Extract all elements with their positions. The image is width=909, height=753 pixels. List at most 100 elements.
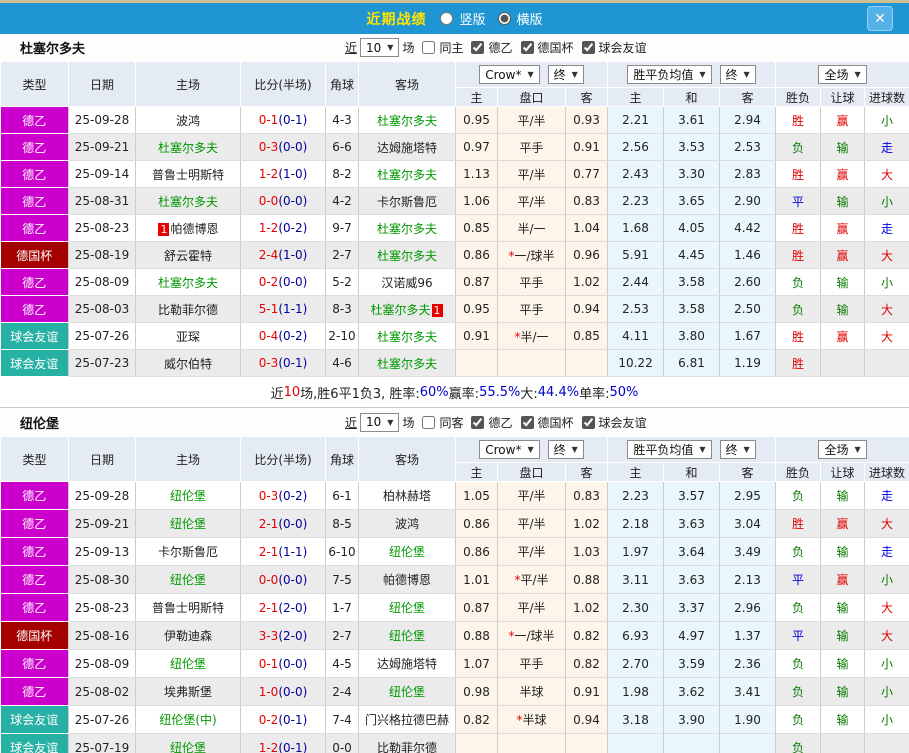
same-home-checkbox[interactable] — [422, 41, 436, 54]
summary-segment: 大: — [520, 386, 538, 402]
result-handicap-cell — [820, 733, 866, 753]
away-team-cell: 纽伦堡 — [358, 537, 456, 566]
away-odds-cell — [565, 349, 609, 377]
result-wdl-cell: 负 — [775, 733, 822, 753]
horizontal-layout-radio[interactable] — [497, 12, 511, 25]
fullmatch-select[interactable]: 全场 ▼ — [818, 65, 867, 84]
home-odds-cell: 0.88 — [455, 621, 498, 650]
halftime-score: (0-0) — [278, 656, 308, 671]
league-type-cell: 德乙 — [0, 268, 69, 296]
match-count-select[interactable]: 10 ▼ — [360, 412, 400, 432]
league-de2-label: 德乙 — [488, 415, 513, 430]
away-odds-cell: 0.91 — [565, 677, 609, 706]
result-wdl-cell: 负 — [775, 481, 822, 510]
league-cup-checkbox[interactable] — [520, 415, 534, 429]
team-label: 波鸿 — [175, 113, 200, 128]
corner-cell: 4-6 — [325, 349, 359, 377]
corner-cell: 7-4 — [325, 705, 359, 734]
corner-cell: 6-1 — [325, 481, 359, 510]
mean-final-select[interactable]: 终 ▼ — [719, 65, 756, 84]
col-header-corner: 角球 — [325, 436, 359, 482]
vertical-layout-radio[interactable] — [440, 12, 454, 25]
changed-odds-star: * — [514, 573, 521, 587]
mean-away-cell: 4.42 — [719, 214, 777, 242]
away-odds-cell: 0.85 — [565, 322, 609, 350]
match-row: 德乙 25-08-09 杜塞尔多夫 0-2(0-0) 5-2 汉诺威96 0.87 平手 1.0… — [0, 268, 909, 296]
team-label: 门兴格拉德巴赫 — [364, 713, 449, 727]
match-row: 德乙 25-08-03 比勒菲尔德 5-1(1-1) 8-3 杜塞尔多夫 1 0.95 平手 0.… — [0, 295, 909, 323]
home-odds-cell: 0.91 — [455, 322, 498, 350]
bookmaker-select[interactable]: Crow* ▼ — [479, 65, 540, 84]
score-cell: 0-2(0-1) — [240, 705, 326, 734]
mean-final-select[interactable]: 终 ▼ — [719, 440, 756, 459]
fulltime-score: 0-1 — [258, 656, 279, 671]
fulltime-score: 2-1 — [258, 516, 279, 531]
team-name: 纽伦堡 — [20, 416, 60, 432]
col-header-mean-draw: 和 — [663, 87, 721, 107]
home-odds-cell: 0.95 — [455, 106, 498, 134]
league-type-cell: 球会友谊 — [0, 705, 69, 734]
mean-home-cell: 3.11 — [607, 565, 665, 594]
halftime-score: (1-1) — [278, 544, 308, 559]
result-wdl-cell: 胜 — [775, 322, 822, 350]
home-team-cell: 亚琛 — [135, 322, 241, 350]
score-cell: 0-0(0-0) — [240, 187, 326, 215]
team-label: 杜塞尔多夫 — [376, 329, 437, 344]
mean-draw-cell — [663, 733, 721, 753]
result-wdl-cell: 胜 — [775, 106, 822, 134]
match-count-select[interactable]: 10 ▼ — [360, 38, 400, 57]
team-label: 达姆施塔特 — [376, 657, 437, 671]
mean-select[interactable]: 胜平负均值 ▼ — [627, 440, 712, 459]
col-header-odds-away: 客 — [564, 462, 609, 482]
score-cell: 1-2(1-0) — [240, 160, 326, 188]
league-cup-checkbox[interactable] — [520, 41, 534, 54]
result-handicap-cell: 输 — [820, 537, 866, 566]
result-handicap-cell: 输 — [820, 677, 866, 706]
col-header-odds-handicap: 盘口 — [497, 87, 566, 107]
mean-select[interactable]: 胜平负均值 ▼ — [627, 65, 712, 84]
near-link[interactable]: 近 — [345, 414, 357, 431]
matches-table-nurnberg: 类型 日期 主场 比分(半场) 角球 客场 Crow* ▼ 终 ▼ 胜平负均值 ▼ 终… — [0, 436, 909, 753]
date-cell: 25-07-26 — [68, 705, 136, 734]
result-handicap-cell: 输 — [820, 593, 866, 622]
corner-cell: 8-3 — [325, 295, 359, 323]
team-label: 亚琛 — [175, 329, 200, 344]
home-team-cell: 舒云霍特 — [135, 241, 241, 269]
fullmatch-select[interactable]: 全场 ▼ — [818, 440, 867, 459]
away-odds-cell: 1.04 — [565, 214, 609, 242]
league-de2-checkbox[interactable] — [471, 41, 485, 54]
result-wdl-cell: 负 — [775, 705, 822, 734]
home-team-cell: 纽伦堡 — [135, 481, 241, 510]
result-handicap-cell: 输 — [820, 268, 866, 296]
league-friendly-checkbox[interactable] — [581, 415, 595, 429]
home-team-cell: 埃弗斯堡 — [135, 677, 241, 706]
bookmaker-select[interactable]: Crow* ▼ — [479, 440, 540, 459]
handicap-cell: 平手 — [497, 133, 566, 161]
league-friendly-checkbox[interactable] — [581, 41, 595, 54]
home-odds-cell: 1.06 — [455, 187, 498, 215]
away-odds-cell: 0.88 — [565, 565, 609, 594]
league-type-cell: 德乙 — [0, 537, 69, 566]
filters: 近 10 ▼ 场 同主 德乙 德国杯 球会友谊 — [345, 38, 647, 57]
handicap-cell: 平/半 — [497, 106, 566, 134]
fulltime-score: 2-1 — [258, 544, 279, 559]
recent-records-popup: 近期战绩 竖版 横版 ✕ 杜塞尔多夫 近 10 ▼ 场 同主 德乙 德国杯 球会友… — [0, 0, 909, 753]
handicap-cell: 平/半 — [497, 481, 566, 510]
near-link[interactable]: 近 — [345, 39, 357, 56]
handicap-cell: 平/半 — [497, 537, 566, 566]
league-de2-checkbox[interactable] — [471, 415, 485, 429]
odds-group-header: Crow* ▼ 终 ▼ — [454, 61, 609, 88]
close-button[interactable]: ✕ — [867, 6, 893, 31]
handicap-cell: 平/半 — [497, 593, 566, 622]
team-label: 比勒菲尔德 — [157, 302, 218, 317]
team-label: 纽伦堡(中) — [159, 713, 217, 727]
date-cell: 25-08-30 — [68, 565, 136, 594]
summary-segment: 60% — [419, 384, 449, 400]
mean-home-cell: 4.11 — [607, 322, 665, 350]
same-away-checkbox[interactable] — [422, 415, 436, 429]
mean-away-cell: 1.46 — [719, 241, 777, 269]
away-team-cell: 杜塞尔多夫 — [358, 241, 456, 269]
odds-final-select[interactable]: 终 ▼ — [547, 65, 584, 84]
odds-final-select[interactable]: 终 ▼ — [547, 440, 584, 459]
halftime-score: (2-0) — [278, 600, 308, 615]
